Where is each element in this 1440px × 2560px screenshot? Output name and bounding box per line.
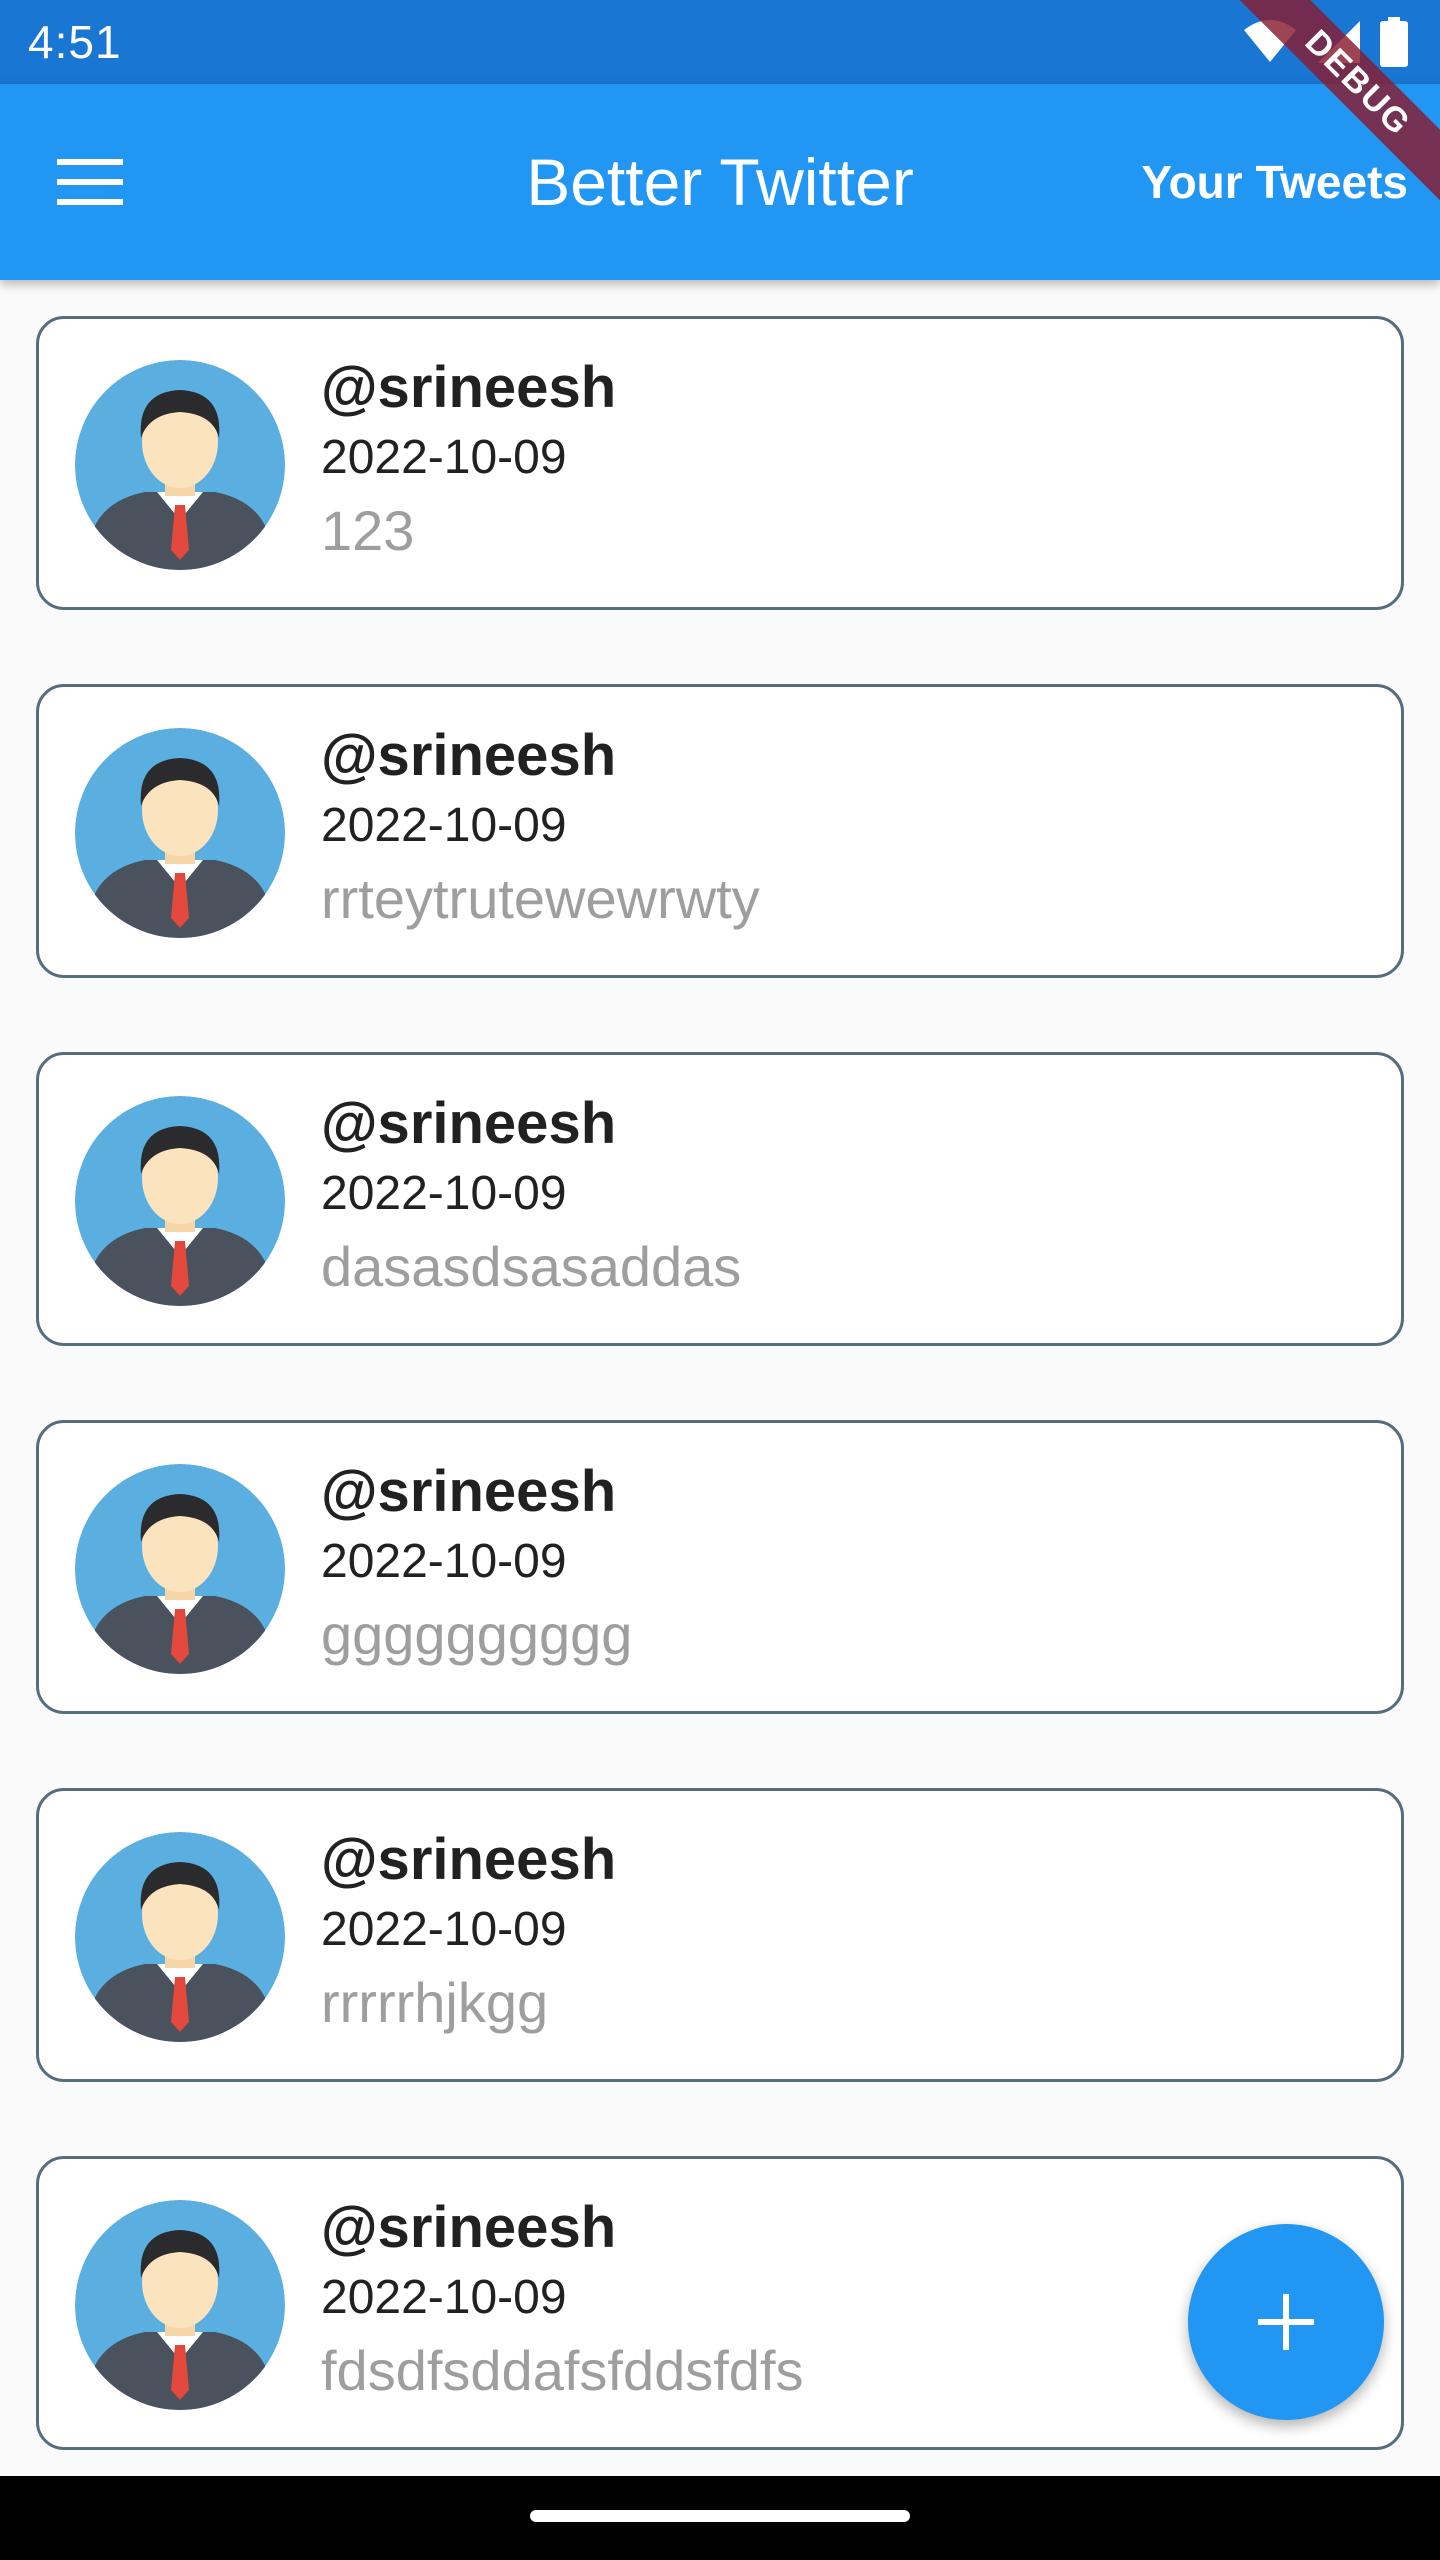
- tweet-handle: @srineesh: [321, 1827, 617, 1892]
- new-tweet-button[interactable]: [1188, 2224, 1384, 2420]
- battery-icon: [1380, 17, 1408, 67]
- tweet-handle: @srineesh: [321, 2195, 617, 2260]
- user-avatar-icon: [75, 1832, 285, 2042]
- avatar: [75, 2200, 285, 2410]
- signal-icon: [1318, 21, 1360, 63]
- tweet-date: 2022-10-09: [321, 2271, 567, 2324]
- tweet-content: rrteytrutewewrwty: [321, 867, 760, 930]
- avatar: [75, 728, 285, 938]
- tweet-handle: @srineesh: [321, 1091, 617, 1156]
- tweet-handle: @srineesh: [321, 1459, 617, 1524]
- user-avatar-icon: [75, 2200, 285, 2410]
- avatar: [75, 1096, 285, 1306]
- tweet-card[interactable]: @srineesh 2022-10-09 123: [36, 316, 1404, 610]
- tweet-text: @srineesh 2022-10-09 123: [321, 353, 616, 571]
- plus-icon: [1258, 2294, 1314, 2350]
- app-bar: Better Twitter Your Tweets: [0, 84, 1440, 280]
- status-bar: 4:51: [0, 0, 1440, 84]
- tweet-content: gggggggggg: [321, 1603, 633, 1666]
- screen: 4:51 DEBUG Better Twitter Your Tweets @s…: [0, 0, 1440, 2560]
- avatar: [75, 360, 285, 570]
- tweet-date: 2022-10-09: [321, 1535, 567, 1588]
- tweet-date: 2022-10-09: [321, 1167, 567, 1220]
- user-avatar-icon: [75, 1464, 285, 1674]
- user-avatar-icon: [75, 360, 285, 570]
- tweet-text: @srineesh 2022-10-09 fdsdfsddafsfddsfdfs: [321, 2193, 804, 2411]
- avatar: [75, 1464, 285, 1674]
- tweet-card[interactable]: @srineesh 2022-10-09 dasasdsasaddas: [36, 1052, 1404, 1346]
- tweet-text: @srineesh 2022-10-09 rrrrrhjkgg: [321, 1825, 616, 2043]
- tweet-list: @srineesh 2022-10-09 123 @srineesh 2022-…: [36, 316, 1404, 2524]
- tweet-text: @srineesh 2022-10-09 rrteytrutewewrwty: [321, 721, 760, 939]
- user-avatar-icon: [75, 728, 285, 938]
- tweet-card[interactable]: @srineesh 2022-10-09 gggggggggg: [36, 1420, 1404, 1714]
- tweet-text: @srineesh 2022-10-09 dasasdsasaddas: [321, 1089, 741, 1307]
- wifi-icon: [1244, 20, 1296, 62]
- tweet-date: 2022-10-09: [321, 799, 567, 852]
- tweet-card[interactable]: @srineesh 2022-10-09 rrteytrutewewrwty: [36, 684, 1404, 978]
- tweet-card[interactable]: @srineesh 2022-10-09 rrrrrhjkgg: [36, 1788, 1404, 2082]
- tweet-handle: @srineesh: [321, 723, 617, 788]
- tweet-content: rrrrrhjkgg: [321, 1971, 549, 2034]
- home-gesture-handle[interactable]: [530, 2510, 910, 2522]
- user-avatar-icon: [75, 1096, 285, 1306]
- tweet-content: dasasdsasaddas: [321, 1235, 742, 1298]
- tweet-handle: @srineesh: [321, 355, 617, 420]
- tweet-date: 2022-10-09: [321, 1903, 567, 1956]
- navigation-bar: [0, 2476, 1440, 2560]
- status-icons: [1242, 17, 1408, 67]
- avatar: [75, 1832, 285, 2042]
- tweet-content: fdsdfsddafsfddsfdfs: [321, 2339, 804, 2402]
- status-time: 4:51: [28, 16, 122, 68]
- tweet-text: @srineesh 2022-10-09 gggggggggg: [321, 1457, 632, 1675]
- tweet-date: 2022-10-09: [321, 431, 567, 484]
- tweet-content: 123: [321, 499, 415, 562]
- your-tweets-button[interactable]: Your Tweets: [1141, 84, 1408, 280]
